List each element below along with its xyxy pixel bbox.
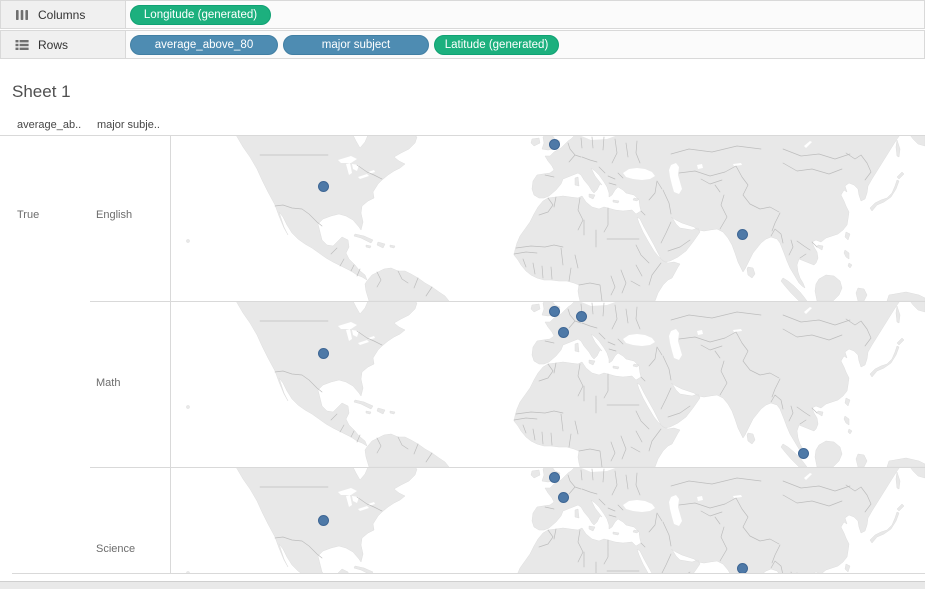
mark-dot[interactable] <box>737 563 748 574</box>
grid-line <box>12 573 925 574</box>
pill-average-above-80[interactable]: average_above_80 <box>130 35 278 55</box>
mark-dot[interactable] <box>558 327 569 338</box>
tableau-workspace: Columns Longitude (generated) Rows avera… <box>0 0 925 589</box>
world-map <box>171 301 925 467</box>
rows-shelf-title: Rows <box>38 38 68 52</box>
mark-dot[interactable] <box>549 139 560 150</box>
world-map <box>171 467 925 573</box>
mark-dot[interactable] <box>549 472 560 483</box>
pill-longitude-generated[interactable]: Longitude (generated) <box>130 5 271 25</box>
pill-latitude-generated[interactable]: Latitude (generated) <box>434 35 559 55</box>
grid-line <box>170 135 171 573</box>
mark-dot[interactable] <box>737 229 748 240</box>
row-header-science[interactable]: Science <box>96 543 135 555</box>
mark-dot[interactable] <box>549 306 560 317</box>
row-header-true[interactable]: True <box>17 209 39 221</box>
rows-shelf-label: Rows <box>1 31 126 58</box>
rows-shelf: Rows average_above_80 major subject Lati… <box>0 30 925 59</box>
mark-dot[interactable] <box>318 348 329 359</box>
mark-dot[interactable] <box>798 448 809 459</box>
row-header-english[interactable]: English <box>96 209 132 221</box>
rows-icon <box>15 39 29 51</box>
map-panel-english[interactable] <box>171 135 925 301</box>
columns-icon <box>15 9 29 21</box>
mark-dot[interactable] <box>558 492 569 503</box>
grid-line <box>90 301 925 302</box>
map-panel-math[interactable] <box>171 301 925 467</box>
columns-shelf-label: Columns <box>1 1 126 28</box>
pill-major-subject[interactable]: major subject <box>283 35 429 55</box>
grid-line <box>0 135 925 136</box>
mark-dot[interactable] <box>576 311 587 322</box>
rows-shelf-tray[interactable]: average_above_80 major subject Latitude … <box>127 31 924 58</box>
columns-shelf-title: Columns <box>38 8 85 22</box>
row-field-header-major-subject[interactable]: major subje.. <box>97 119 160 131</box>
columns-shelf: Columns Longitude (generated) <box>0 0 925 29</box>
worksheet: Sheet 1 average_ab.. major subje.. True … <box>0 60 925 581</box>
bottom-strip <box>0 581 925 589</box>
mark-dot[interactable] <box>318 515 329 526</box>
grid-line <box>90 467 925 468</box>
mark-dot[interactable] <box>318 181 329 192</box>
world-map <box>171 135 925 301</box>
map-panel-science[interactable] <box>171 467 925 573</box>
row-header-math[interactable]: Math <box>96 377 120 389</box>
sheet-title: Sheet 1 <box>12 82 71 102</box>
columns-shelf-tray[interactable]: Longitude (generated) <box>127 1 924 28</box>
row-field-header-average-above-80[interactable]: average_ab.. <box>17 119 81 131</box>
